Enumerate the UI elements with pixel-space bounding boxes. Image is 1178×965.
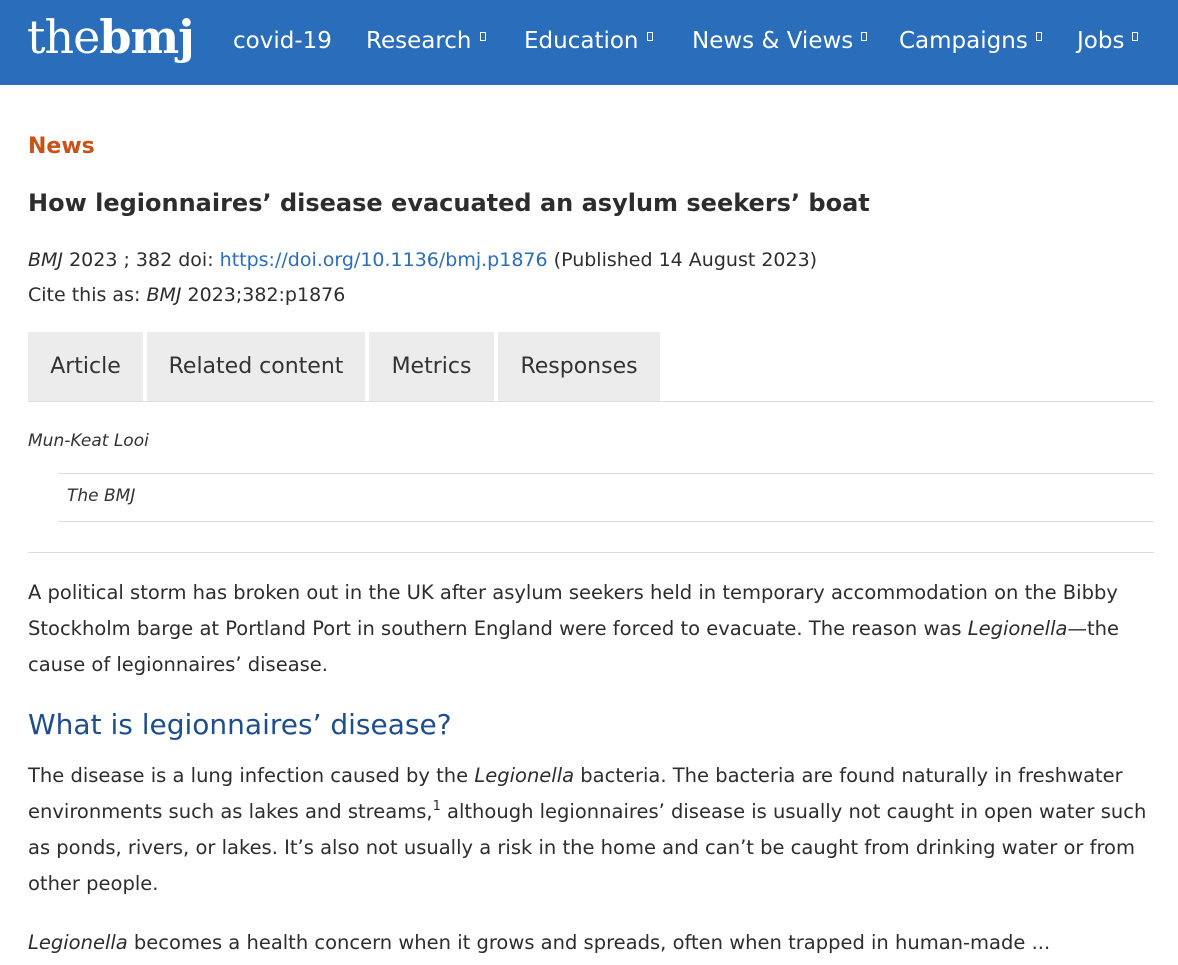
body-paragraph: A political storm has broken out in the … [28, 575, 1154, 683]
published-date: (Published 14 August 2023) [553, 249, 818, 271]
nav-news-views[interactable]: News & Views [692, 26, 868, 56]
bmj-logo[interactable]: thebmj [27, 10, 195, 65]
affiliation-divider [58, 521, 1154, 522]
tab-metrics[interactable]: Metrics [369, 332, 494, 402]
cite-reference: 2023;382:p1876 [187, 284, 346, 306]
section-heading: What is legionnaires’ disease? [28, 708, 452, 741]
doi-label: doi: [178, 249, 214, 271]
text-run: becomes a health concern when it grows a… [127, 931, 1051, 954]
article-meta: BMJ 2023 ; 382 doi: https://doi.org/10.1… [28, 249, 817, 271]
year-volume: 2023 ; 382 [69, 249, 173, 271]
italic-term: Legionella [474, 764, 575, 787]
author-name[interactable]: Mun-Keat Looi [28, 431, 149, 451]
reference-link[interactable]: 1 [433, 799, 441, 814]
text-run: The disease is a lung infection caused b… [28, 764, 475, 787]
nav-campaigns[interactable]: Campaigns [899, 26, 1042, 56]
nav-label: Research [366, 28, 472, 54]
nav-label: covid-19 [233, 28, 332, 54]
logo-bmj: bmj [99, 10, 194, 64]
nav-jobs[interactable]: Jobs [1077, 26, 1139, 56]
journal-name: BMJ [28, 249, 64, 271]
body-paragraph: Legionella becomes a health concern when… [28, 925, 1154, 961]
article-section: News [28, 134, 95, 159]
dropdown-icon [479, 32, 486, 41]
nav-label: Campaigns [899, 28, 1028, 54]
dropdown-icon [646, 32, 653, 41]
tab-responses[interactable]: Responses [498, 332, 660, 402]
italic-term: Legionella [967, 617, 1068, 640]
nav-covid-19[interactable]: covid-19 [233, 26, 332, 56]
text-run: A political storm has broken out in the … [28, 581, 1118, 640]
dropdown-icon [1035, 32, 1042, 41]
cite-journal: BMJ [146, 284, 182, 306]
article-title: How legionnaires’ disease evacuated an a… [28, 189, 870, 217]
site-header: thebmj covid-19 Research Education News … [0, 0, 1178, 85]
citation: Cite this as: BMJ 2023;382:p1876 [28, 284, 345, 306]
body-paragraph: The disease is a lung infection caused b… [28, 758, 1154, 902]
cite-label: Cite this as: [28, 284, 141, 306]
nav-education[interactable]: Education [524, 26, 653, 56]
logo-the: the [27, 10, 100, 64]
italic-term: Legionella [28, 931, 128, 954]
nav-label: Jobs [1077, 28, 1125, 54]
dropdown-icon [1132, 32, 1139, 41]
nav-research[interactable]: Research [366, 26, 486, 56]
dropdown-icon [861, 32, 868, 41]
nav-label: Education [524, 28, 639, 54]
author-affiliation: The BMJ [67, 486, 136, 506]
tab-article[interactable]: Article [28, 332, 143, 402]
affiliation-divider [58, 473, 1154, 474]
doi-link[interactable]: https://doi.org/10.1136/bmj.p1876 [220, 249, 548, 271]
nav-label: News & Views [692, 28, 854, 54]
tabs-divider [28, 401, 1154, 402]
content-separator [28, 552, 1154, 553]
tab-related-content[interactable]: Related content [147, 332, 365, 402]
